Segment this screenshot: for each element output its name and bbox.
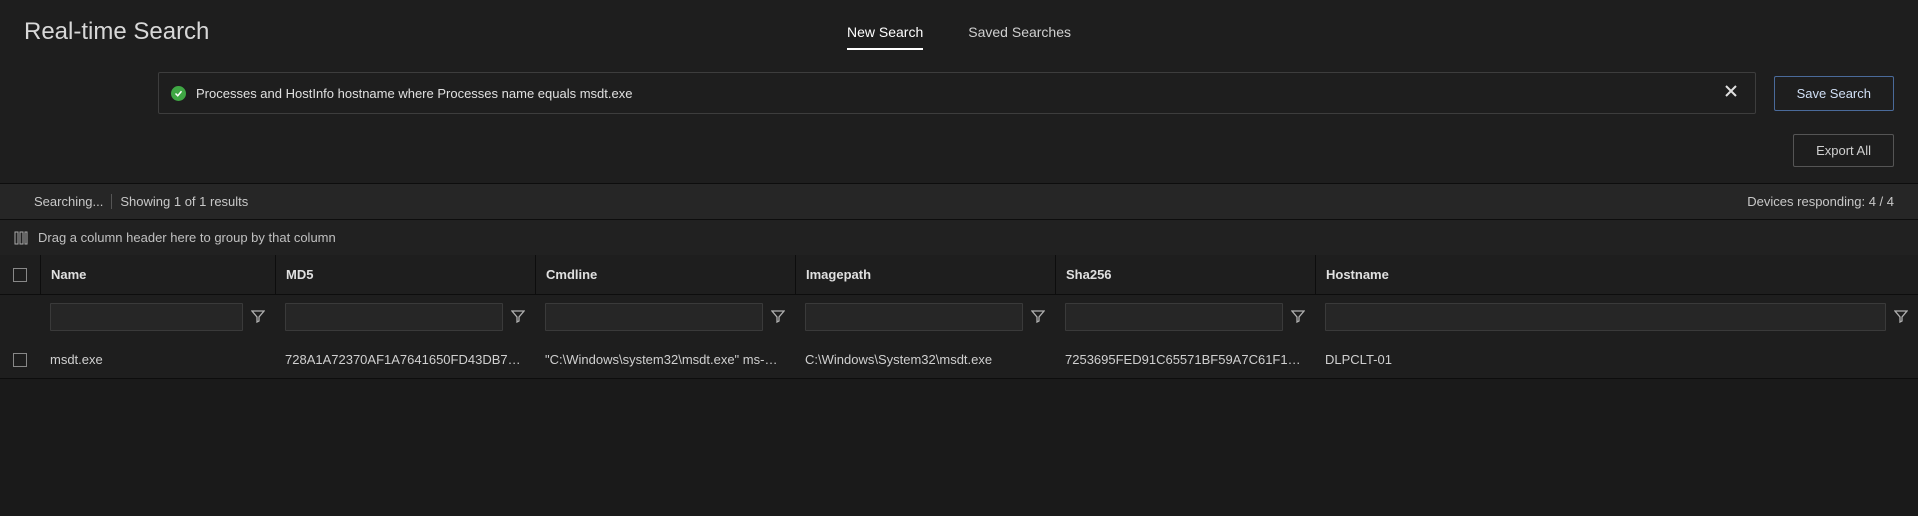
search-query-text: Processes and HostInfo hostname where Pr… (196, 86, 1719, 101)
filter-input-name[interactable] (50, 303, 243, 331)
tabs: New Search Saved Searches (847, 18, 1071, 46)
filter-icon[interactable] (1291, 309, 1305, 326)
filter-icon[interactable] (1031, 309, 1045, 326)
searching-status: Searching... (34, 194, 103, 209)
status-divider (111, 194, 112, 209)
column-header-name[interactable]: Name (40, 255, 275, 294)
filter-row (0, 295, 1918, 341)
results-count: Showing 1 of 1 results (120, 194, 248, 209)
clear-search-icon[interactable] (1719, 83, 1743, 103)
filter-input-sha256[interactable] (1065, 303, 1283, 331)
tab-new-search[interactable]: New Search (847, 18, 923, 46)
cell-imagepath: C:\Windows\System32\msdt.exe (805, 352, 1045, 367)
column-header-imagepath[interactable]: Imagepath (795, 255, 1055, 294)
filter-icon[interactable] (771, 309, 785, 326)
cell-hostname: DLPCLT-01 (1325, 352, 1908, 367)
tab-saved-searches[interactable]: Saved Searches (968, 18, 1071, 46)
filter-icon[interactable] (251, 309, 265, 326)
filter-input-md5[interactable] (285, 303, 503, 331)
cell-cmdline: "C:\Windows\system32\msdt.exe" ms-ms... (545, 352, 785, 367)
select-all-checkbox[interactable] (13, 268, 27, 282)
group-hint-text: Drag a column header here to group by th… (38, 230, 336, 245)
valid-query-icon (171, 86, 186, 101)
select-all-header (0, 255, 40, 294)
save-search-button[interactable]: Save Search (1774, 76, 1894, 111)
filter-input-cmdline[interactable] (545, 303, 763, 331)
export-all-button[interactable]: Export All (1793, 134, 1894, 167)
search-query-box[interactable]: Processes and HostInfo hostname where Pr… (158, 72, 1756, 114)
column-header-cmdline[interactable]: Cmdline (535, 255, 795, 294)
column-header-md5[interactable]: MD5 (275, 255, 535, 294)
filter-icon[interactable] (511, 309, 525, 326)
column-header-hostname[interactable]: Hostname (1315, 255, 1918, 294)
table-header: Name MD5 Cmdline Imagepath Sha256 Hostna… (0, 255, 1918, 295)
filter-input-hostname[interactable] (1325, 303, 1886, 331)
row-checkbox[interactable] (13, 353, 27, 367)
cell-sha256: 7253695FED91C65571BF59A7C61F1F1C7... (1065, 352, 1305, 367)
filter-input-imagepath[interactable] (805, 303, 1023, 331)
page-title: Real-time Search (24, 18, 209, 46)
filter-icon[interactable] (1894, 309, 1908, 326)
table-row[interactable]: msdt.exe 728A1A72370AF1A7641650FD43DB7DB… (0, 341, 1918, 379)
cell-name: msdt.exe (50, 352, 265, 367)
devices-responding: Devices responding: 4 / 4 (1747, 194, 1894, 209)
column-header-sha256[interactable]: Sha256 (1055, 255, 1315, 294)
group-columns-icon (14, 231, 28, 245)
cell-md5: 728A1A72370AF1A7641650FD43DB7DBE (285, 352, 525, 367)
